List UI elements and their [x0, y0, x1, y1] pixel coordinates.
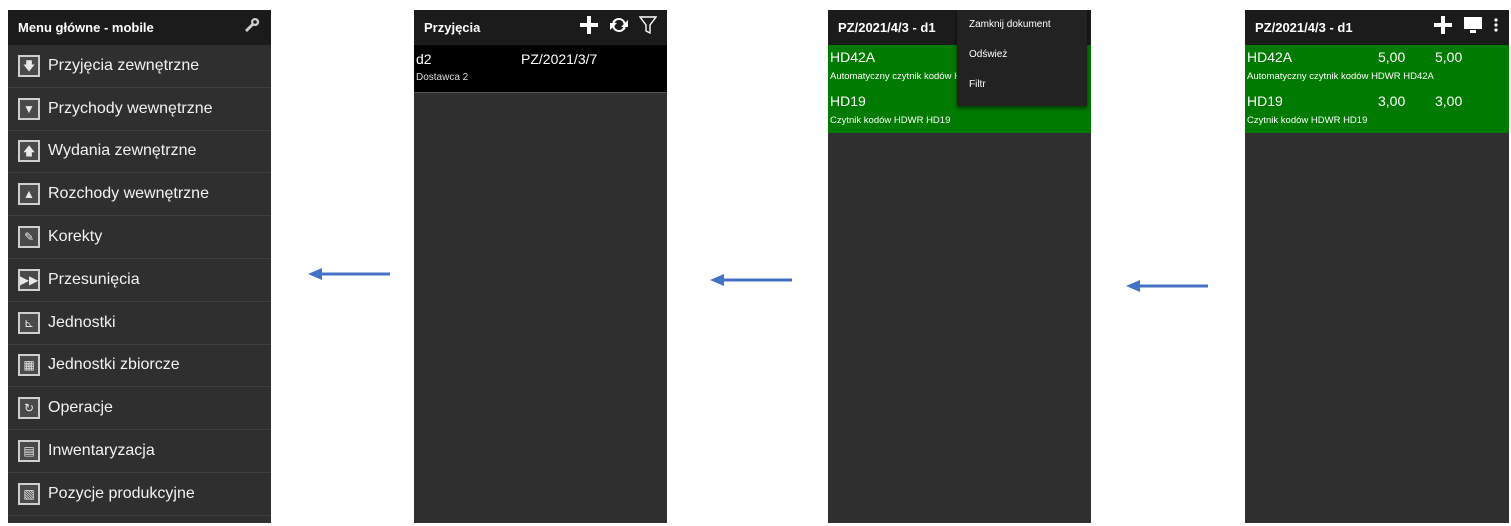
pencil-icon: ✎: [18, 226, 40, 249]
menu-item-przychody-wewnetrzne[interactable]: ▼ Przychody wewnętrzne: [8, 88, 271, 131]
monitor-icon[interactable]: [1463, 16, 1483, 39]
item-code: HD42A: [1247, 49, 1293, 65]
down-arrow-icon: ▼: [18, 97, 40, 120]
receipts-title: Przyjęcia: [424, 20, 481, 35]
add-icon[interactable]: [579, 15, 599, 40]
flow-arrow-left-icon: [308, 268, 390, 280]
menu-item-jednostki-zbiorcze[interactable]: ▦ Jednostki zbiorcze: [8, 345, 271, 388]
up-arrow-icon: 🡅: [18, 140, 40, 163]
document-items-screen: PZ/2021/4/3 - d1 HD42A 5,00 5,00 Automat…: [1245, 10, 1509, 523]
list-item[interactable]: d2 PZ/2021/3/7 Dostawca 2: [414, 45, 667, 93]
menu-item-korekty[interactable]: ✎ Korekty: [8, 216, 271, 259]
item-quantity-expected: 5,00: [1378, 49, 1406, 65]
item-quantity-actual: 5,00: [1435, 49, 1463, 65]
menu-item-label: Przyjęcia zewnętrzne: [48, 56, 200, 74]
more-vert-icon[interactable]: [1493, 16, 1499, 39]
menu-item-pozycje-produkcyjne[interactable]: ▧ Pozycje produkcyjne: [8, 473, 271, 516]
flow-arrow-left-icon: [1126, 280, 1208, 292]
menu-item-przesuniecia[interactable]: ▶▶ Przesunięcia: [8, 259, 271, 302]
menu-item-label: Rozchody wewnętrzne: [48, 185, 209, 203]
menu-item-operacje[interactable]: ↻ Operacje: [8, 387, 271, 431]
document-header: PZ/2021/4/3 - d1: [1245, 10, 1509, 45]
pallet-icon: ▦: [18, 354, 40, 377]
table-row[interactable]: HD19 3,00 3,00 Czytnik kodów HDWR HD19: [1245, 89, 1509, 133]
menu-item-label: Jednostki zbiorcze: [48, 356, 180, 374]
overflow-menu: Zamknij dokument Odśwież Filtr: [957, 10, 1087, 106]
document-icon: ▧: [18, 482, 40, 505]
main-menu-list: 🡇 Przyjęcia zewnętrzne ▼ Przychody wewnętr…: [8, 45, 271, 516]
refresh-icon: ↻: [18, 397, 40, 420]
receipts-screen: Przyjęcia d2 PZ/2021/3/7 Dostawca 2: [414, 10, 667, 523]
menu-item-wydania-zewnetrzne[interactable]: 🡅 Wydania zewnętrzne: [8, 131, 271, 174]
menu-item-label: Inwentaryzacja: [48, 442, 155, 460]
menu-item-label: Przychody wewnętrzne: [48, 99, 213, 117]
refresh-icon[interactable]: [609, 15, 629, 40]
menu-item-label: Wydania zewnętrzne: [48, 142, 197, 160]
menu-item-jednostki[interactable]: ⊾ Jednostki: [8, 302, 271, 345]
menu-item-inwentaryzacja[interactable]: ▤ Inwentaryzacja: [8, 430, 271, 473]
receipts-header: Przyjęcia: [414, 10, 667, 45]
fast-forward-icon: ▶▶: [18, 268, 40, 291]
wrench-icon[interactable]: [243, 16, 261, 39]
menu-item-label: Jednostki: [48, 313, 116, 331]
menu-item-filter[interactable]: Filtr: [957, 70, 1087, 100]
document-title: PZ/2021/4/3 - d1: [1255, 20, 1353, 35]
item-name: Czytnik kodów HDWR HD19: [830, 115, 951, 126]
cart-icon: ⊾: [18, 311, 40, 334]
main-menu-header: Menu główne - mobile: [8, 10, 271, 45]
item-name: Czytnik kodów HDWR HD19: [1247, 115, 1368, 126]
filter-icon[interactable]: [638, 15, 658, 40]
item-code: HD19: [830, 93, 866, 109]
main-menu-title: Menu główne - mobile: [18, 20, 154, 35]
item-quantity-actual: 3,00: [1435, 93, 1463, 109]
main-menu-screen: Menu główne - mobile 🡇 Przyjęcia zewnętrz…: [8, 10, 271, 523]
add-icon[interactable]: [1433, 15, 1453, 40]
document-menu-screen: PZ/2021/4/3 - d1 HD42A Automatyczny czyt…: [828, 10, 1091, 523]
document-number: PZ/2021/3/7: [521, 51, 598, 67]
down-arrow-icon: 🡇: [18, 54, 40, 77]
menu-item-rozchody-wewnetrzne[interactable]: ▲ Rozchody wewnętrzne: [8, 173, 271, 217]
menu-item-refresh[interactable]: Odśwież: [957, 40, 1087, 70]
up-arrow-icon: ▲: [18, 183, 40, 206]
menu-item-label: Operacje: [48, 399, 113, 417]
menu-item-label: Przesunięcia: [48, 270, 140, 288]
item-code: HD19: [1247, 93, 1283, 109]
menu-item-close-document[interactable]: Zamknij dokument: [957, 10, 1087, 40]
item-quantity-expected: 3,00: [1378, 93, 1406, 109]
menu-item-label: Pozycje produkcyjne: [48, 484, 195, 502]
supplier-name: Dostawca 2: [416, 72, 469, 83]
table-row[interactable]: HD42A 5,00 5,00 Automatyczny czytnik kod…: [1245, 45, 1509, 89]
calculator-icon: ▤: [18, 440, 40, 463]
item-name: Automatyczny czytnik kodów HDWR HD42A: [1247, 71, 1434, 82]
item-code: HD42A: [830, 49, 876, 65]
menu-item-przyjecia-zewnetrzne[interactable]: 🡇 Przyjęcia zewnętrzne: [8, 45, 271, 88]
flow-arrow-left-icon: [710, 274, 792, 286]
document-code: d2: [416, 51, 432, 67]
menu-item-label: Korekty: [48, 228, 103, 246]
